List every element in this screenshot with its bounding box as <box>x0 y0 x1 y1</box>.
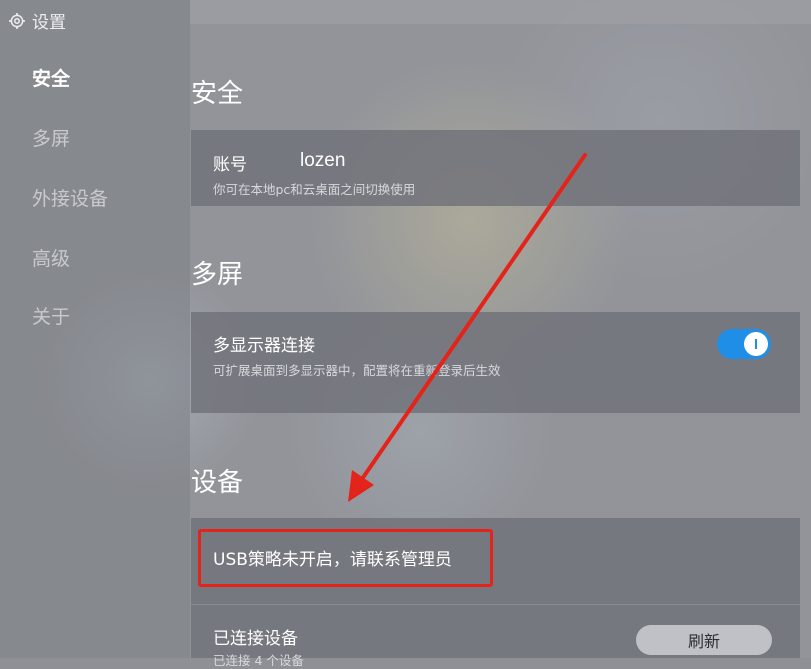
annotation-arrow <box>348 153 587 502</box>
